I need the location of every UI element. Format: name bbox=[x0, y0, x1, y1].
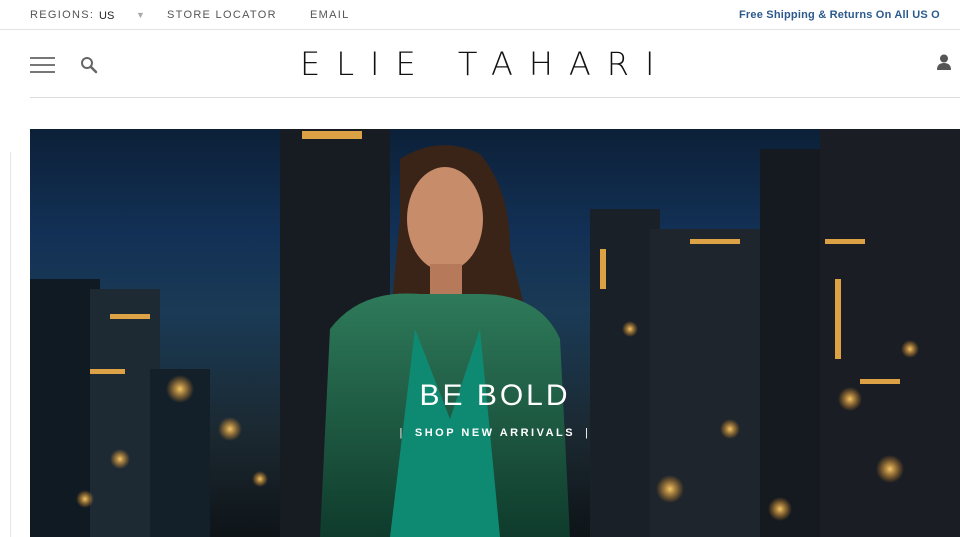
hero-image bbox=[30, 129, 960, 537]
email-link[interactable]: EMAIL bbox=[310, 9, 350, 21]
search-icon[interactable] bbox=[80, 56, 98, 74]
hamburger-menu-icon[interactable] bbox=[30, 57, 55, 74]
utility-bar: REGIONS: US ▼ STORE LOCATOR EMAIL Free S… bbox=[0, 0, 960, 30]
shop-new-arrivals-link[interactable]: | SHOP NEW ARRIVALS | bbox=[30, 427, 960, 439]
hero-banner[interactable]: BE BOLD | SHOP NEW ARRIVALS | bbox=[30, 129, 960, 537]
free-shipping-banner[interactable]: Free Shipping & Returns On All US O bbox=[739, 9, 940, 21]
hero-title[interactable]: BE BOLD bbox=[30, 379, 960, 413]
cta-label[interactable]: SHOP NEW ARRIVALS bbox=[415, 427, 575, 439]
left-divider bbox=[10, 152, 11, 537]
region-select[interactable]: US bbox=[99, 10, 114, 22]
site-header: ELIE TAHARI bbox=[30, 30, 960, 98]
store-locator-link[interactable]: STORE LOCATOR bbox=[167, 9, 277, 21]
cta-divider: | bbox=[399, 427, 405, 439]
cta-divider: | bbox=[585, 427, 591, 439]
caret-down-icon[interactable]: ▼ bbox=[136, 10, 145, 20]
brand-logo[interactable]: ELIE TAHARI bbox=[300, 48, 670, 80]
user-icon[interactable] bbox=[935, 53, 953, 71]
regions-label: REGIONS: bbox=[30, 9, 95, 21]
